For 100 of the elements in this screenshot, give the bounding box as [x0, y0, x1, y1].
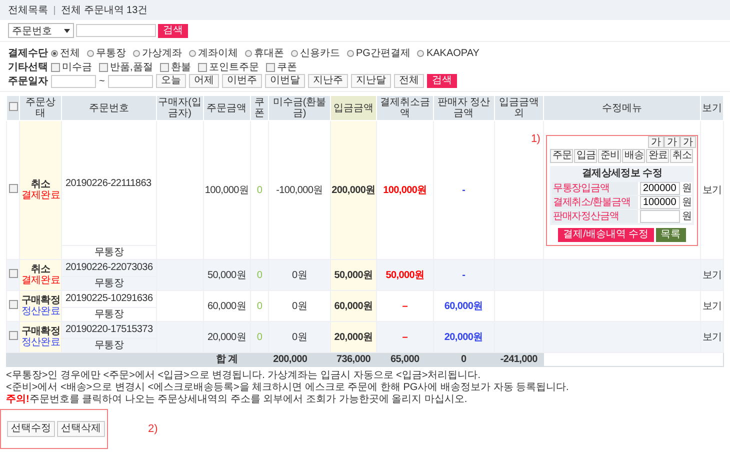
search-button[interactable]: 검색 — [426, 74, 457, 88]
checkbox[interactable] — [160, 62, 169, 72]
radio-button[interactable] — [291, 50, 298, 56]
row-checkbox[interactable] — [8, 184, 18, 193]
table-cell: 50,000원 — [203, 260, 250, 290]
order-count-text: 전체 주문내역 13건 — [61, 4, 148, 17]
range-separator: ~ — [99, 76, 105, 86]
table-cell: 50,000원 — [376, 260, 433, 290]
payment-method: 무통장 — [62, 276, 156, 290]
table-cell: 0원 — [268, 322, 330, 352]
view-link[interactable]: 보기 — [702, 184, 722, 196]
column-header: 주문상태 — [20, 96, 62, 120]
order-number-link[interactable]: 20190225-10291636 — [65, 293, 153, 304]
filter-label: 주문일자 — [8, 75, 48, 88]
checkbox[interactable] — [198, 62, 207, 72]
list-button[interactable]: 목록 — [656, 228, 686, 242]
payment-method: 무통장 — [62, 307, 156, 321]
table-cell: 20,000원 — [330, 322, 377, 352]
font-size-button[interactable]: 가 — [648, 136, 664, 148]
radio-button[interactable] — [189, 50, 196, 56]
radio-button[interactable] — [417, 50, 424, 56]
search-button[interactable]: 검색 — [158, 24, 188, 38]
table-cell: 50,000원 — [330, 260, 377, 290]
breadcrumb-section[interactable]: 전체목록 — [8, 3, 48, 17]
status-button[interactable]: 입금 — [574, 148, 598, 162]
column-header: 주문번호 — [62, 96, 156, 120]
table-cell: 0 — [250, 322, 269, 352]
checkbox[interactable] — [266, 62, 275, 72]
status-tag: 정산완료 — [21, 306, 60, 317]
total-cell: 736,000 — [330, 352, 377, 366]
order-number-link[interactable]: 20190226-22111863 — [65, 178, 152, 188]
status-tag: 결제완료 — [21, 190, 60, 201]
search-field-select[interactable]: 주문번호 — [8, 23, 74, 38]
order-number-link[interactable]: 20190226-22073036 — [65, 262, 153, 273]
table-cell: - — [433, 260, 494, 290]
row-checkbox[interactable] — [8, 331, 18, 340]
bulk-action-button[interactable]: 선택삭제 — [57, 421, 105, 437]
order-status: 취소 — [30, 179, 52, 190]
font-size-button[interactable]: 가 — [664, 136, 680, 148]
search-input[interactable] — [76, 24, 156, 37]
table-cell: 0 — [250, 260, 269, 290]
bulk-action-button[interactable]: 선택수정 — [7, 421, 55, 437]
select-all-checkbox[interactable] — [8, 102, 18, 111]
font-size-button[interactable]: 가 — [680, 136, 696, 148]
date-preset-button[interactable]: 어제 — [188, 74, 219, 88]
unit-label: 원 — [682, 210, 692, 222]
option-label: KAKAOPAY — [426, 48, 480, 58]
date-preset-button[interactable]: 이번주 — [222, 74, 262, 88]
date-preset-button[interactable]: 이번달 — [264, 74, 305, 88]
date-from-input[interactable] — [51, 74, 96, 88]
status-button[interactable]: 배송 — [622, 148, 646, 162]
amount-input[interactable] — [640, 210, 680, 222]
date-preset-button[interactable]: 지난주 — [308, 74, 348, 88]
date-preset-button[interactable]: 지난달 — [350, 74, 391, 88]
column-header: 입금금액 외 — [494, 96, 544, 120]
checkbox[interactable] — [99, 62, 108, 72]
row-checkbox[interactable] — [8, 269, 18, 278]
row-checkbox[interactable] — [8, 300, 18, 309]
amount-input[interactable]: 100000 — [640, 196, 680, 208]
annotation-label: 1) — [530, 134, 540, 144]
option-label: 계좌이체 — [198, 47, 238, 60]
note-text: <준비>에서 <배송>으로 변경시 <에스크로배송등록>을 체크하시면 에스크로 주문에 한해 PG사에 배송정보가 자동 등록됩니다. — [6, 382, 570, 394]
column-header: 주문금액 — [203, 96, 250, 120]
checkbox[interactable] — [51, 62, 60, 72]
amount-input[interactable]: 200000 — [640, 182, 680, 194]
option-label: 무통장 — [96, 47, 126, 60]
radio-button[interactable] — [245, 50, 252, 56]
column-header: 판매자 정산금액 — [433, 96, 494, 120]
radio-button[interactable] — [347, 50, 354, 56]
radio-button[interactable] — [51, 50, 58, 56]
status-button[interactable]: 취소 — [670, 148, 694, 162]
table-cell: 0 — [250, 120, 269, 260]
radio-button[interactable] — [133, 50, 140, 56]
status-button[interactable]: 주문 — [550, 148, 574, 162]
field-label: 무통장입금액 — [552, 182, 638, 194]
order-status: 구매확정 — [21, 326, 60, 337]
order-number-link[interactable]: 20190220-17515373 — [65, 324, 153, 335]
column-header: 구매자(입금자) — [156, 96, 204, 120]
radio-button[interactable] — [87, 50, 94, 56]
note-text: 주의!주문번호를 클릭하여 나오는 주문상세내역의 주소를 외부에서 조회가 가능한곳에 올리지 마십시오. — [6, 394, 468, 406]
total-cell: -241,000 — [494, 352, 544, 366]
table-cell: 200,000원 — [330, 120, 377, 260]
column-header: 미수금(환불금) — [268, 96, 330, 120]
payment-method: 무통장 — [62, 245, 156, 259]
status-button[interactable]: 완료 — [646, 148, 670, 162]
option-label: 환불 — [170, 61, 191, 74]
status-button[interactable]: 준비 — [598, 148, 622, 162]
submit-button[interactable]: 결제/배송내역 수정 — [558, 228, 654, 242]
date-to-input[interactable] — [108, 74, 153, 88]
option-label: 미수금 — [62, 61, 92, 74]
column-header: 수정메뉴 — [543, 96, 700, 120]
date-preset-button[interactable]: 전체 — [394, 74, 424, 88]
dropdown-caret-icon — [64, 28, 70, 32]
column-header: 보기 — [700, 96, 724, 120]
table-cell: – — [376, 322, 433, 352]
annotation-label: 2) — [148, 423, 158, 435]
date-preset-button[interactable]: 오늘 — [156, 74, 186, 88]
unit-label: 원 — [682, 196, 692, 208]
filter-label: 결제수단 — [8, 47, 48, 60]
option-label: 신용카드 — [300, 47, 340, 60]
